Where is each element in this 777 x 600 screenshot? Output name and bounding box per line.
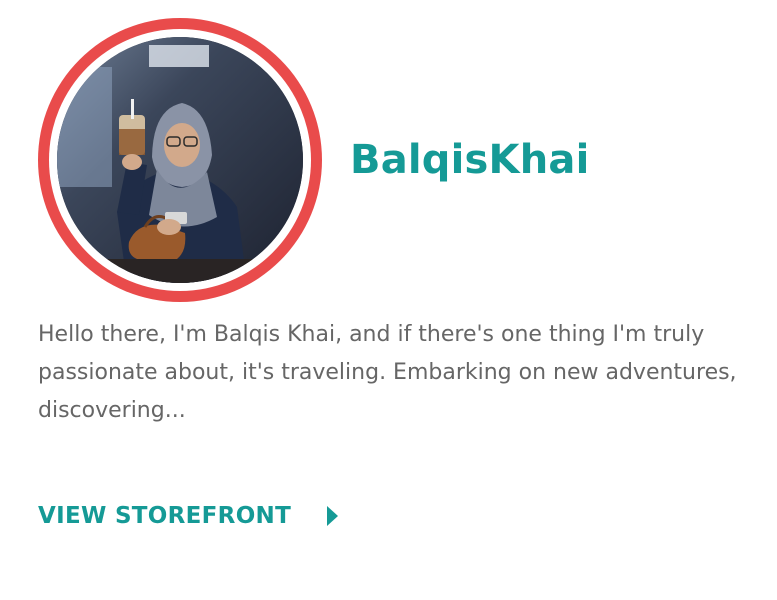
bio-text: Hello there, I'm Balqis Khai, and if the… [38,322,737,423]
creator-card: BalqisKhai Hello there, I'm Balqis Khai,… [0,0,777,600]
avatar-gap [49,29,311,291]
username-heading[interactable]: BalqisKhai [350,132,590,188]
avatar[interactable] [57,37,303,283]
avatar-photo [57,37,303,283]
view-storefront-link[interactable]: VIEW STOREFRONT [38,498,339,534]
view-storefront-label: VIEW STOREFRONT [38,503,292,529]
avatar-ring [38,18,322,302]
caret-right-icon [327,506,339,526]
